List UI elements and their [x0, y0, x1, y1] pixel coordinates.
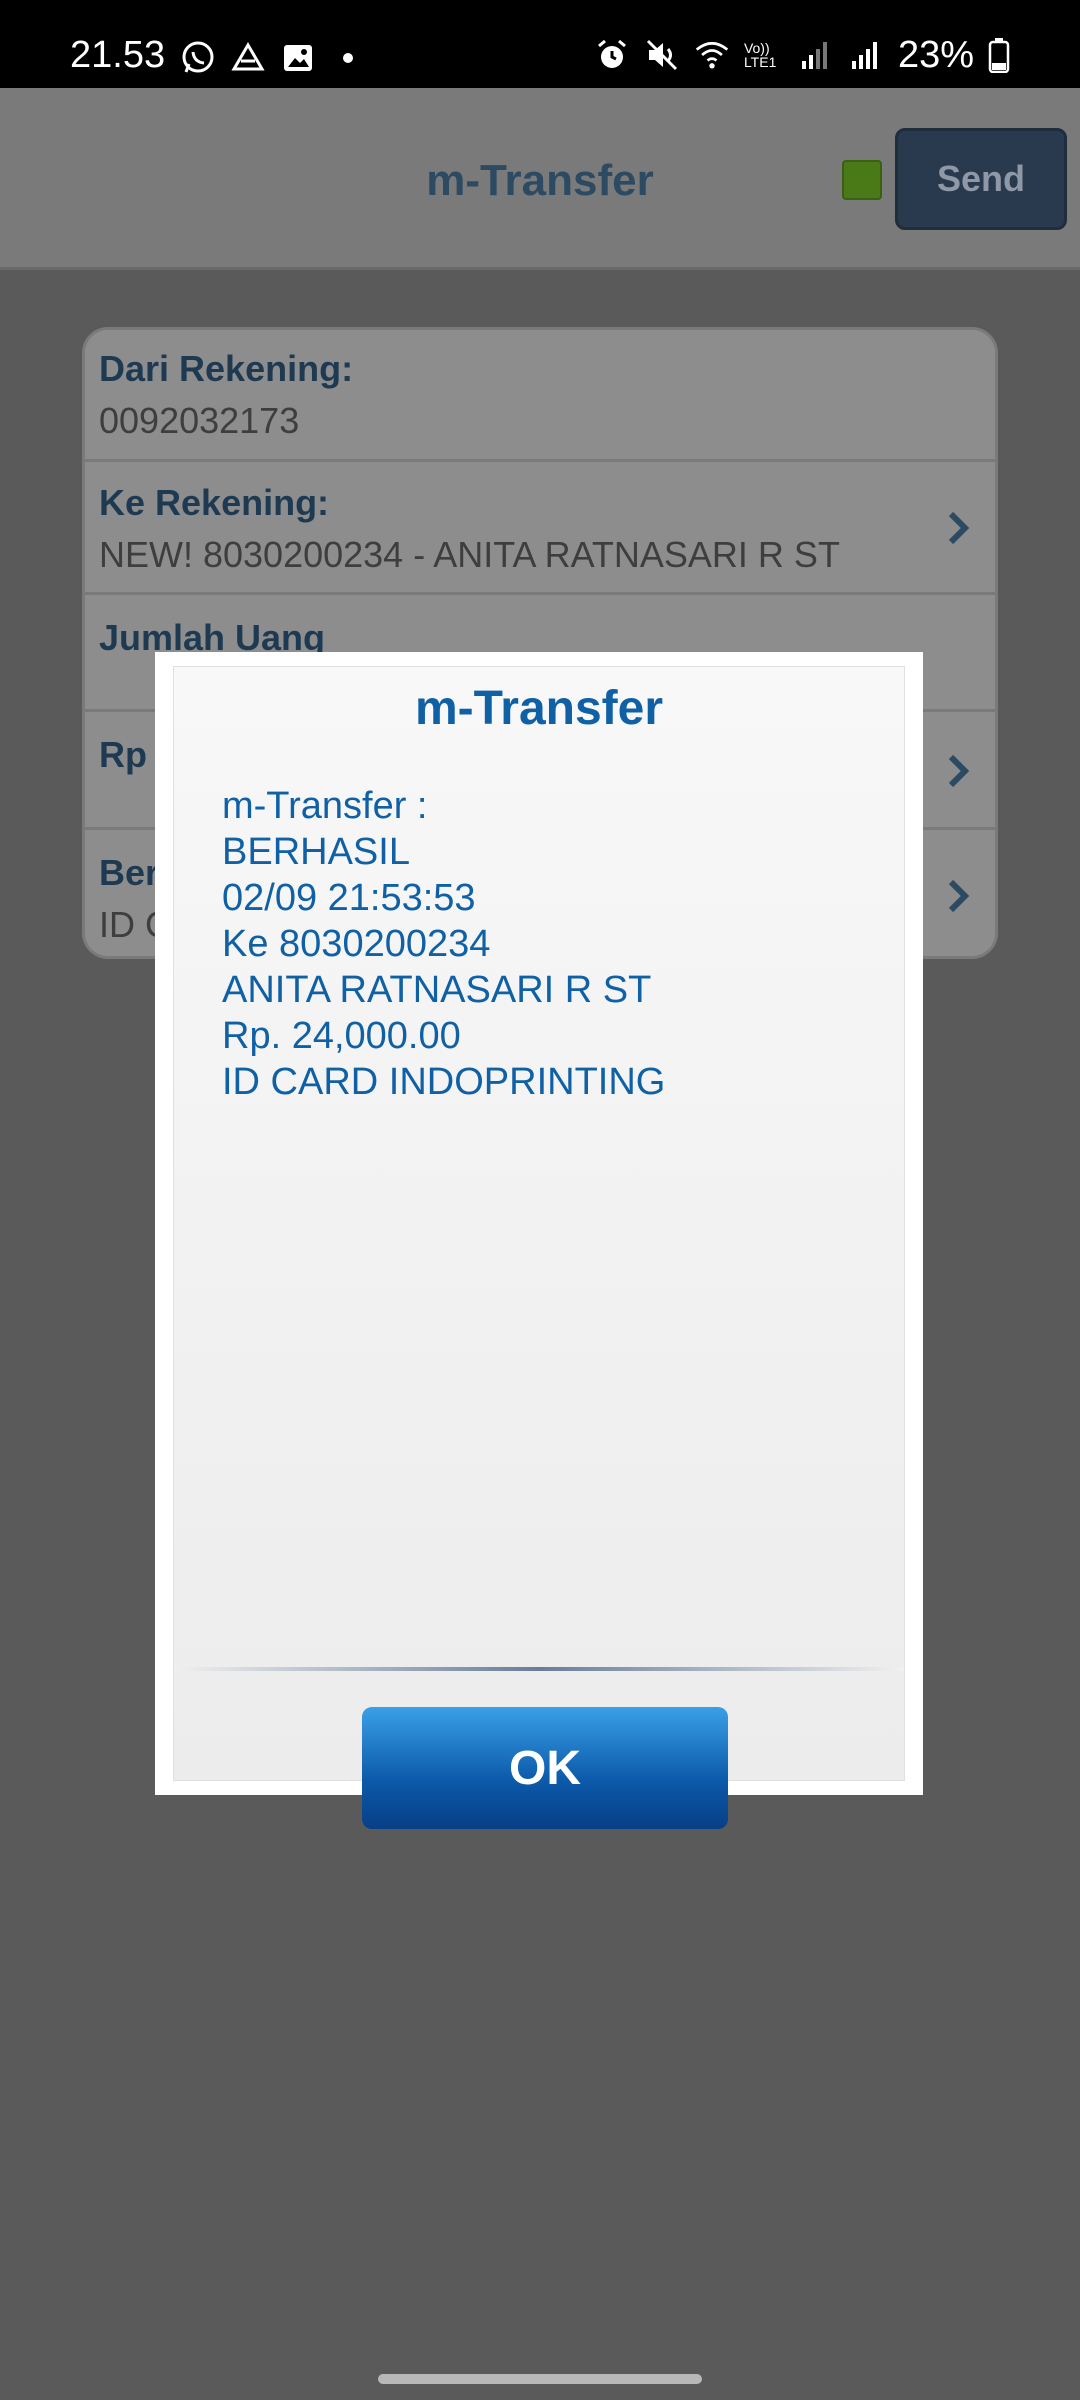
dot-icon [330, 40, 366, 76]
currency-label: Rp [99, 734, 147, 775]
to-account-value: NEW! 8030200234 - ANITA RATNASARI R ST [99, 534, 840, 575]
alarm-icon [594, 37, 630, 73]
message-line: Ke 8030200234 [222, 923, 491, 965]
drive-icon [230, 40, 266, 76]
notification-icons [180, 40, 366, 76]
dialog-panel: m-Transfer m-Transfer : BERHASIL 02/09 2… [173, 666, 905, 1829]
to-account-label: Ke Rekening: [99, 482, 330, 523]
message-line: Rp. 24,000.00 [222, 1015, 461, 1057]
wifi-icon [694, 37, 730, 73]
dialog-divider [174, 1667, 904, 1671]
volte-icon: Vo)) LTE1 [743, 40, 777, 70]
battery-percent: 23% [897, 34, 974, 76]
from-account-row: Dari Rekening: 0092032173 [85, 330, 995, 462]
dialog-message: m-Transfer : BERHASIL 02/09 21:53:53 Ke … [222, 783, 665, 1105]
system-icons: Vo)) LTE1 23% [594, 36, 1010, 74]
send-button[interactable]: Send [895, 128, 1067, 230]
connection-status-indicator [842, 160, 882, 200]
note-label: Ber [99, 852, 160, 893]
chevron-right-icon [943, 749, 973, 793]
chevron-right-icon [943, 506, 973, 550]
status-time: 21.53 [70, 34, 166, 76]
battery-icon [988, 37, 1010, 73]
message-line: ANITA RATNASARI R ST [222, 969, 652, 1011]
home-indicator[interactable] [378, 2374, 702, 2384]
message-line: m-Transfer : [222, 785, 428, 827]
from-account-value: 0092032173 [99, 400, 300, 441]
signal-icon [848, 37, 884, 73]
mute-icon [644, 37, 680, 73]
message-line: ID CARD INDOPRINTING [222, 1061, 666, 1103]
ok-button[interactable]: OK [362, 1707, 728, 1829]
whatsapp-icon [180, 40, 216, 76]
app-header: m-Transfer Send [0, 88, 1080, 270]
status-bar: 21.53 Vo)) LTE1 23% [0, 0, 1080, 88]
dialog-title: m-Transfer [414, 682, 664, 735]
message-line: 02/09 21:53:53 [222, 877, 476, 919]
signal-icon [798, 37, 834, 73]
chevron-right-icon [943, 874, 973, 918]
transfer-result-dialog: m-Transfer m-Transfer : BERHASIL 02/09 2… [155, 652, 923, 1829]
message-line: BERHASIL [222, 831, 410, 873]
gallery-icon [280, 40, 316, 76]
from-account-label: Dari Rekening: [99, 348, 354, 389]
to-account-row[interactable]: Ke Rekening: NEW! 8030200234 - ANITA RAT… [85, 462, 995, 595]
